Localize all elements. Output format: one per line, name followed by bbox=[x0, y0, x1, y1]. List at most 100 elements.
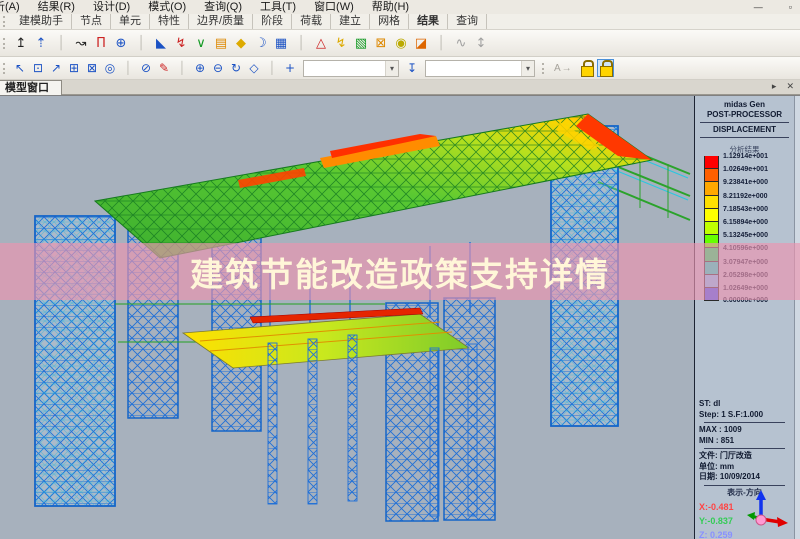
unit-label: 单位: mm bbox=[699, 461, 735, 471]
policy-banner: 建筑节能改造政策支持详情 bbox=[0, 243, 800, 300]
select-group-icon[interactable]: ⊞ bbox=[65, 60, 83, 77]
cube-result-icon[interactable]: ◪ bbox=[411, 33, 431, 53]
ribbon-tab[interactable]: 阶段 bbox=[253, 14, 293, 29]
ribbon-tab[interactable]: 网格 bbox=[370, 14, 410, 29]
result-info-block: ST: dl Step: 1 S.F:1.000 MAX : 1009 MIN … bbox=[699, 399, 790, 539]
lock-icon[interactable] bbox=[596, 59, 614, 77]
perspective-icon[interactable]: ◇ bbox=[245, 60, 263, 77]
ribbon-tab[interactable]: 单元 bbox=[111, 14, 150, 29]
wave-disabled-icon[interactable]: ∿ bbox=[451, 33, 471, 53]
legend-color-swatch bbox=[704, 182, 719, 196]
beam-force-icon[interactable]: ↯ bbox=[171, 33, 191, 53]
legend-color-swatch bbox=[704, 221, 719, 236]
active-plane-icon[interactable]: ↧ bbox=[403, 60, 421, 77]
zoom-window-icon[interactable]: ⊘ bbox=[137, 60, 155, 77]
query-icon[interactable]: + bbox=[281, 60, 299, 77]
restore-icon[interactable]: ▫ bbox=[789, 0, 792, 14]
reaction-icon[interactable]: ↥ bbox=[11, 33, 31, 53]
app-name: midas Gen bbox=[724, 100, 765, 109]
ribbon-tab[interactable]: 荷载 bbox=[292, 14, 332, 29]
legend-color-swatch bbox=[704, 169, 719, 183]
select-circle-icon[interactable]: ◎ bbox=[101, 60, 119, 77]
separator[interactable]: │ bbox=[131, 33, 151, 53]
legend-value: 1.12914e+001 bbox=[723, 153, 768, 160]
menu-item[interactable]: 结果(R) bbox=[29, 0, 84, 14]
legend-value: 9.23841e+000 bbox=[723, 179, 768, 187]
menu-item[interactable]: 帮助(H) bbox=[363, 0, 418, 14]
toolbar-grip[interactable] bbox=[3, 37, 8, 49]
ribbon-tab[interactable]: 节点 bbox=[72, 14, 111, 29]
close-icon[interactable]: ✕ bbox=[786, 81, 794, 92]
search-reaction-icon[interactable]: ⇡ bbox=[31, 33, 51, 53]
chevron-down-icon[interactable]: ▾ bbox=[521, 60, 534, 76]
ribbon-tab[interactable]: 结果 bbox=[409, 14, 449, 29]
legend-color-swatch bbox=[704, 156, 719, 170]
chevron-down-icon[interactable]: ▾ bbox=[385, 60, 398, 76]
zoom-dynamic-icon[interactable]: ⊖ bbox=[209, 60, 227, 77]
section-disabled-icon[interactable]: ↕ bbox=[471, 33, 491, 53]
separator[interactable]: │ bbox=[263, 60, 281, 77]
ribbon-tab[interactable]: 边界/质量 bbox=[189, 14, 254, 29]
unlock-icon[interactable] bbox=[579, 60, 594, 77]
separator[interactable]: │ bbox=[431, 33, 451, 53]
truss-force-icon[interactable]: ◣ bbox=[151, 33, 171, 53]
ribbon-tab[interactable]: 建模助手 bbox=[11, 14, 72, 29]
policy-banner-text: 建筑节能改造政策支持详情 bbox=[190, 255, 610, 293]
minimize-icon[interactable]: — bbox=[754, 0, 763, 14]
legend-value: 6.15894e+000 bbox=[723, 218, 768, 226]
beam-stress-icon[interactable]: ▤ bbox=[211, 33, 231, 53]
mesh-result-icon[interactable]: ▦ bbox=[271, 33, 291, 53]
tab-model-window[interactable]: 模型窗口 bbox=[0, 80, 62, 95]
solid-result-icon[interactable]: ◉ bbox=[391, 33, 411, 53]
menu-item[interactable]: 窗口(W) bbox=[305, 0, 363, 14]
model-viewport[interactable]: midas Gen POST-PROCESSOR DISPLACEMENT 分析… bbox=[0, 95, 800, 539]
unselect-single-icon[interactable]: ↗ bbox=[47, 60, 65, 77]
menu-item[interactable]: 分析(A) bbox=[0, 0, 29, 14]
pan-icon[interactable]: ⊕ bbox=[191, 60, 209, 77]
ribbon-tab[interactable]: 特性 bbox=[150, 14, 189, 29]
local-stress-icon[interactable]: ▧ bbox=[351, 33, 371, 53]
separator[interactable]: │ bbox=[291, 33, 311, 53]
named-selection-combo[interactable]: ▾ bbox=[303, 59, 399, 77]
select-window-icon[interactable]: ⊡ bbox=[29, 60, 47, 77]
menu-item[interactable]: 模式(O) bbox=[139, 0, 195, 14]
auto-fit-icon[interactable]: A→ bbox=[550, 63, 577, 74]
search-displacement-icon[interactable]: ⊕ bbox=[111, 33, 131, 53]
separator[interactable]: │ bbox=[119, 60, 137, 77]
displacement-contour-icon[interactable]: Π bbox=[91, 33, 111, 53]
legend-color-swatch bbox=[704, 208, 719, 222]
select-single-icon[interactable]: ↖ bbox=[11, 60, 29, 77]
select-plane-icon[interactable]: ⊠ bbox=[83, 60, 101, 77]
stress-triangle-icon[interactable]: △ bbox=[311, 33, 331, 53]
toolbar-grip[interactable] bbox=[3, 62, 8, 74]
step-factor: Step: 1 S.F:1.000 bbox=[699, 409, 764, 419]
separator[interactable]: │ bbox=[51, 33, 71, 53]
moment-curvature-icon[interactable]: ☽ bbox=[251, 33, 271, 53]
legend-value: 7.18543e+000 bbox=[723, 205, 768, 213]
min-node: MIN : 851 bbox=[699, 435, 735, 445]
result-type: DISPLACEMENT bbox=[712, 125, 777, 134]
rotate-icon[interactable]: ↻ bbox=[227, 60, 245, 77]
view-plane-combo[interactable]: ▾ bbox=[425, 59, 535, 77]
toolbar-grip[interactable] bbox=[542, 62, 547, 74]
separator[interactable]: │ bbox=[173, 60, 191, 77]
text-result-icon[interactable]: ⊠ bbox=[371, 33, 391, 53]
date-label: 日期: 10/09/2014 bbox=[699, 472, 760, 481]
menu-item[interactable]: 工具(T) bbox=[251, 0, 305, 14]
file-name: 文件: 门厅改造 bbox=[699, 451, 752, 460]
post-processor-panel: midas Gen POST-PROCESSOR DISPLACEMENT 分析… bbox=[694, 96, 794, 539]
toolbar-grip[interactable] bbox=[3, 16, 8, 27]
menu-item[interactable]: 设计(D) bbox=[84, 0, 139, 14]
lightning-result-icon[interactable]: ↯ bbox=[331, 33, 351, 53]
redraw-icon[interactable]: ✎ bbox=[155, 60, 173, 77]
ribbon-tab[interactable]: 建立 bbox=[331, 14, 371, 29]
ribbon-tab[interactable]: 查询 bbox=[448, 14, 488, 29]
deformed-shape-icon[interactable]: ↝ bbox=[71, 33, 91, 53]
plate-contour-icon[interactable]: ◆ bbox=[231, 33, 251, 53]
tab-scroll-right-icon[interactable]: ▸ bbox=[772, 81, 777, 92]
window-tab-bar: 模型窗口 ▸ ✕ bbox=[0, 80, 800, 95]
beam-diagram-icon[interactable]: ∨ bbox=[191, 33, 211, 53]
menu-item[interactable]: 查询(Q) bbox=[195, 0, 251, 14]
structure-wireframe bbox=[0, 96, 694, 539]
legend-color-swatch bbox=[704, 195, 719, 209]
